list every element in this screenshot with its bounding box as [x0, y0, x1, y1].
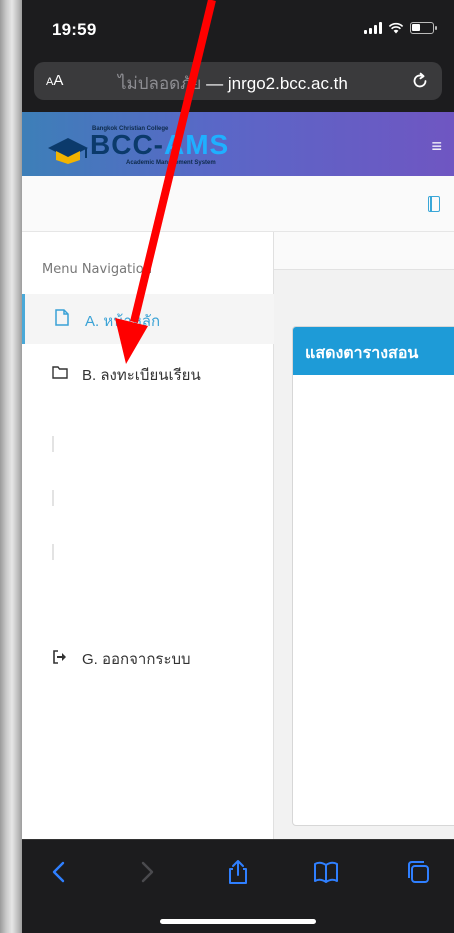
- content-header-strip: [274, 232, 454, 270]
- card-title: แสดงตารางสอน: [305, 345, 419, 362]
- security-warning: ไม่ปลอดภัย: [118, 74, 202, 93]
- logo-name-a: BCC-: [90, 129, 164, 160]
- status-time: 19:59: [52, 20, 97, 39]
- web-page: Bangkok Christian College BCC-AMS Academ…: [22, 112, 454, 839]
- screenshot-frame: 19:59 AA ไม่ปลอดภัย — jnrgo2.bcc.ac.th B…: [0, 0, 454, 933]
- site-header: Bangkok Christian College BCC-AMS Academ…: [22, 112, 454, 176]
- tabs-icon[interactable]: [404, 858, 432, 886]
- top-toolbar: [22, 176, 454, 232]
- bookmarks-icon[interactable]: [312, 858, 340, 886]
- left-edge-strip: [0, 0, 24, 933]
- sidebar-item-register[interactable]: B. ลงทะเบียนเรียน: [22, 348, 274, 398]
- sidebar-item-logout[interactable]: G. ออกจากระบบ: [22, 632, 274, 682]
- placeholder-marker: [52, 436, 54, 452]
- logo-name: BCC-AMS: [90, 129, 230, 160]
- file-icon: [55, 309, 69, 326]
- logo-subtitle: Academic Management System: [126, 160, 216, 166]
- logo-name-b: AMS: [164, 129, 230, 160]
- reload-icon[interactable]: [410, 71, 430, 91]
- status-bar: 19:59: [22, 0, 454, 56]
- main-content: แสดงตารางสอน: [274, 232, 454, 839]
- placeholder-marker: [52, 490, 54, 506]
- forward-icon[interactable]: [132, 858, 160, 886]
- sidebar-item-home[interactable]: A. หน้าหลัก: [22, 294, 274, 344]
- signal-icon: [364, 22, 382, 34]
- sidebar-item-label: G. ออกจากระบบ: [82, 651, 191, 668]
- status-icons: [364, 22, 437, 34]
- sidebar-item-label: A. หน้าหลัก: [85, 313, 161, 330]
- home-indicator: [160, 919, 316, 924]
- battery-icon: [410, 22, 437, 34]
- url-domain: jnrgo2.bcc.ac.th: [227, 74, 348, 93]
- schedule-card: แสดงตารางสอน: [292, 326, 454, 826]
- address-bar[interactable]: AA ไม่ปลอดภัย — jnrgo2.bcc.ac.th: [34, 62, 442, 100]
- card-header: แสดงตารางสอน: [293, 327, 454, 375]
- hamburger-menu-icon[interactable]: ≡: [431, 136, 442, 157]
- phone-screen: 19:59 AA ไม่ปลอดภัย — jnrgo2.bcc.ac.th B…: [22, 0, 454, 933]
- logout-icon: [53, 650, 66, 664]
- url-text[interactable]: ไม่ปลอดภัย — jnrgo2.bcc.ac.th: [118, 70, 348, 97]
- book-icon[interactable]: [428, 195, 440, 212]
- url-separator: —: [201, 74, 228, 93]
- text-size-button[interactable]: AA: [46, 72, 63, 89]
- sidebar-item-label: B. ลงทะเบียนเรียน: [82, 367, 201, 384]
- folder-icon: [52, 366, 68, 379]
- sidebar: Menu Navigation A. หน้าหลัก B. ลงทะเบียน…: [22, 232, 274, 839]
- share-icon[interactable]: [224, 858, 252, 886]
- back-icon[interactable]: [46, 858, 74, 886]
- wifi-icon: [388, 22, 404, 34]
- placeholder-marker: [52, 544, 54, 560]
- menu-navigation-header: Menu Navigation: [42, 262, 152, 277]
